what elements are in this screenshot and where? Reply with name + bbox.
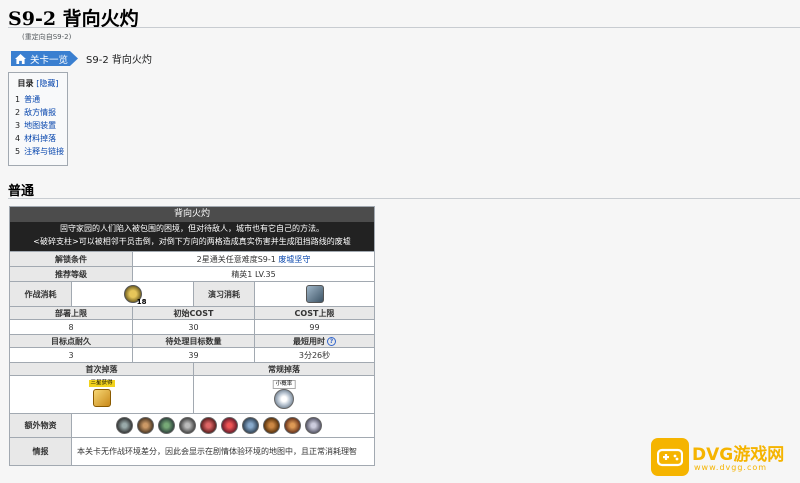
time-value: 3分26秒	[254, 348, 374, 362]
watermark-url: www.dvgg.com	[694, 463, 768, 472]
help-icon[interactable]: ?	[327, 336, 336, 346]
unlock-stage-link[interactable]: 废墟坚守	[278, 254, 310, 265]
orundum-icon[interactable]	[116, 417, 133, 434]
toc-item-number: 4	[15, 134, 21, 143]
toc-item-normal[interactable]: 1 普通	[15, 93, 61, 106]
regular-drop-item[interactable]: 小概率	[272, 379, 296, 409]
device-icon[interactable]	[137, 417, 154, 434]
trophy-icon	[92, 388, 111, 407]
title-divider	[8, 27, 800, 28]
watermark-brand: DVG游戏网	[692, 445, 785, 465]
toc-item-number: 3	[15, 121, 21, 130]
redirect-note: (重定向自S9-2)	[22, 33, 72, 41]
row-intel: 情报 本关卡无作战环境差分，因此会显示在剧情体验环境的地图中，且正常消耗理智	[10, 437, 374, 465]
ester-icon[interactable]	[263, 417, 280, 434]
regular-drop-value: 小概率	[193, 376, 374, 413]
practice-value	[254, 282, 374, 306]
toc-item-label: 注释与链接	[24, 147, 65, 156]
toc-item-enemy-intel[interactable]: 2 敌方情报	[15, 106, 61, 119]
toc-item-notes[interactable]: 5 注释与链接	[15, 145, 65, 158]
breadcrumb-home-label: 关卡一览	[30, 54, 69, 66]
table-of-contents: 目录 [隐藏] 1 普通 2 敌方情报 3 地图装置 4 材料掉落 5 注释与链接	[8, 72, 68, 166]
row-drops: 三星获得 小概率	[10, 375, 374, 413]
sanity-icon: 18	[123, 285, 147, 306]
toc-item-number: 1	[15, 95, 21, 104]
time-label-cell: 最短用时 ?	[254, 335, 374, 347]
first-drop-item[interactable]: 三星获得	[88, 379, 115, 407]
practice-plan-icon	[305, 285, 324, 303]
manganese-icon[interactable]	[305, 417, 322, 434]
row-limits-values: 8 30 99	[10, 319, 374, 334]
enemy-count-label: 待处理目标数量	[132, 335, 254, 347]
intel-label: 情报	[10, 438, 71, 465]
chip-icon[interactable]	[242, 417, 259, 434]
first-drop-value: 三星获得	[10, 376, 193, 413]
row-recommend: 推荐等级 精英1 LV.35	[10, 266, 374, 281]
toc-item-label: 材料掉落	[24, 134, 57, 143]
extra-items	[71, 414, 374, 437]
recommend-value: 精英1 LV.35	[132, 267, 374, 281]
toc-item-number: 2	[15, 108, 21, 117]
row-limits-labels: 部署上限 初始COST COST上限	[10, 306, 374, 319]
row-unlock: 解锁条件 2星通关任意难度S9-1 废墟坚守	[10, 251, 374, 266]
cost-max-label: COST上限	[254, 307, 374, 319]
hp-label: 目标点耐久	[10, 335, 132, 347]
polyketon-icon[interactable]	[158, 417, 175, 434]
stage-header: 背向火灼 固守家园的人们陷入被包围的困境，但对待敌人，城市也有它自己的方法。 <…	[10, 207, 374, 251]
stage-name: 背向火灼	[10, 207, 374, 222]
gamepad-icon	[657, 448, 683, 467]
unlock-value: 2星通关任意难度S9-1 废墟坚守	[132, 252, 374, 266]
aketon-icon[interactable]	[221, 417, 238, 434]
first-drop-label: 首次掉落	[10, 363, 193, 375]
furniture-part-icon	[274, 388, 294, 409]
row-extra: 额外物资	[10, 413, 374, 437]
row-objective-values: 3 39 3分26秒	[10, 347, 374, 362]
sanity-value: 18	[71, 282, 193, 306]
toc-item-map-devices[interactable]: 3 地图装置	[15, 119, 61, 132]
row-sanity: 作战消耗 18 演习消耗	[10, 281, 374, 306]
toc-item-label: 敌方情报	[24, 108, 57, 117]
toc-item-label: 普通	[24, 95, 41, 104]
toc-item-material-drops[interactable]: 4 材料掉落	[15, 132, 61, 145]
breadcrumb: 关卡一览 S9-2 背向火灼	[11, 51, 152, 66]
stage-mechanic-note: <破碎支柱>可以被相邻干员击倒，对倒下方向的两格造成真实伤害并生成阻挡路线的废墟	[33, 237, 351, 246]
enemy-count-value: 39	[132, 348, 254, 362]
deploy-value: 8	[10, 320, 132, 334]
deploy-label: 部署上限	[10, 307, 132, 319]
toc-item-number: 5	[15, 147, 21, 156]
section-divider	[8, 198, 800, 199]
breadcrumb-current: S9-2 背向火灼	[86, 55, 152, 66]
sanity-label: 作战消耗	[10, 282, 71, 306]
sanity-count: 18	[136, 298, 147, 306]
first-drop-tag: 三星获得	[88, 379, 115, 387]
section-title-normal: 普通	[8, 184, 35, 199]
row-drop-labels: 首次掉落 常规掉落	[10, 362, 374, 375]
toc-item-label: 地图装置	[24, 121, 57, 130]
regular-drop-tag: 小概率	[272, 379, 296, 389]
toc-hide-link[interactable]: [隐藏]	[36, 79, 58, 88]
toc-title: 目录	[17, 79, 34, 88]
home-icon	[15, 53, 26, 64]
oriron-icon[interactable]	[200, 417, 217, 434]
cost-label: 初始COST	[132, 307, 254, 319]
unlock-prefix: 2星通关任意难度S9-1	[196, 254, 276, 264]
time-label: 最短用时	[293, 336, 325, 346]
watermark-logo-icon	[651, 438, 689, 476]
crystal-icon[interactable]	[284, 417, 301, 434]
sugar-icon[interactable]	[179, 417, 196, 434]
unlock-label: 解锁条件	[10, 252, 132, 266]
toc-header: 目录 [隐藏]	[15, 78, 61, 89]
hp-value: 3	[10, 348, 132, 362]
intel-value: 本关卡无作战环境差分，因此会显示在剧情体验环境的地图中，且正常消耗理智	[71, 438, 374, 465]
recommend-label: 推荐等级	[10, 267, 132, 281]
extra-label: 额外物资	[10, 414, 71, 437]
row-objective-labels: 目标点耐久 待处理目标数量 最短用时 ?	[10, 334, 374, 347]
stage-info-table: 背向火灼 固守家园的人们陷入被包围的困境，但对待敌人，城市也有它自己的方法。 <…	[9, 206, 375, 466]
practice-label: 演习消耗	[193, 282, 254, 306]
cost-value: 30	[132, 320, 254, 334]
cost-max-value: 99	[254, 320, 374, 334]
stage-description: 固守家园的人们陷入被包围的困境，但对待敌人，城市也有它自己的方法。	[60, 224, 324, 233]
breadcrumb-home-link[interactable]: 关卡一览	[11, 51, 79, 66]
regular-drop-label: 常规掉落	[193, 363, 374, 375]
